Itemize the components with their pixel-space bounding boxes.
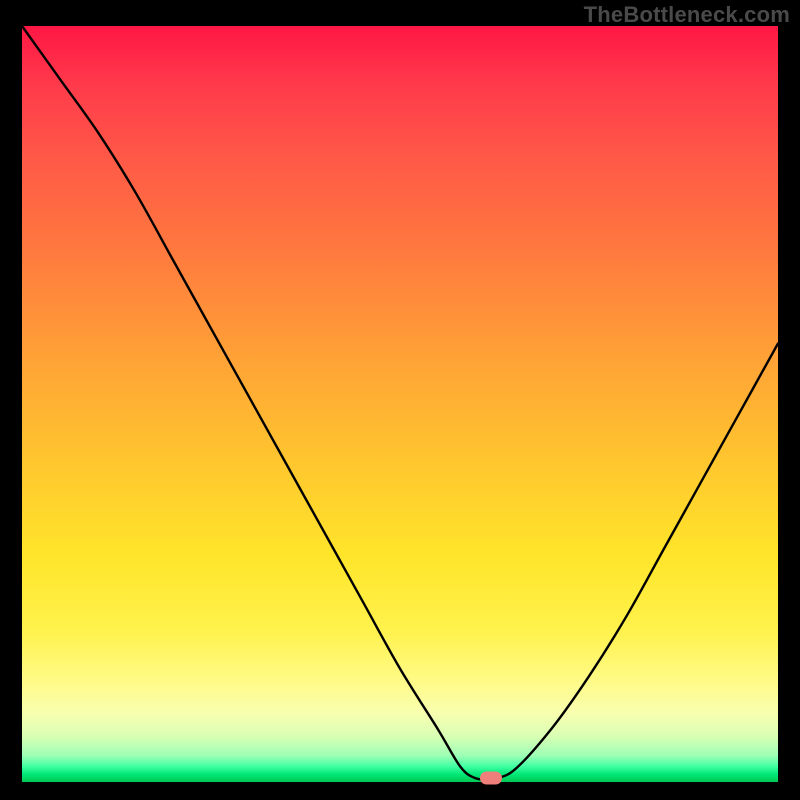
optimal-point-marker	[480, 772, 502, 785]
bottleneck-curve	[22, 26, 778, 782]
watermark-text: TheBottleneck.com	[584, 2, 790, 28]
plot-area	[22, 26, 778, 782]
chart-frame: TheBottleneck.com	[0, 0, 800, 800]
